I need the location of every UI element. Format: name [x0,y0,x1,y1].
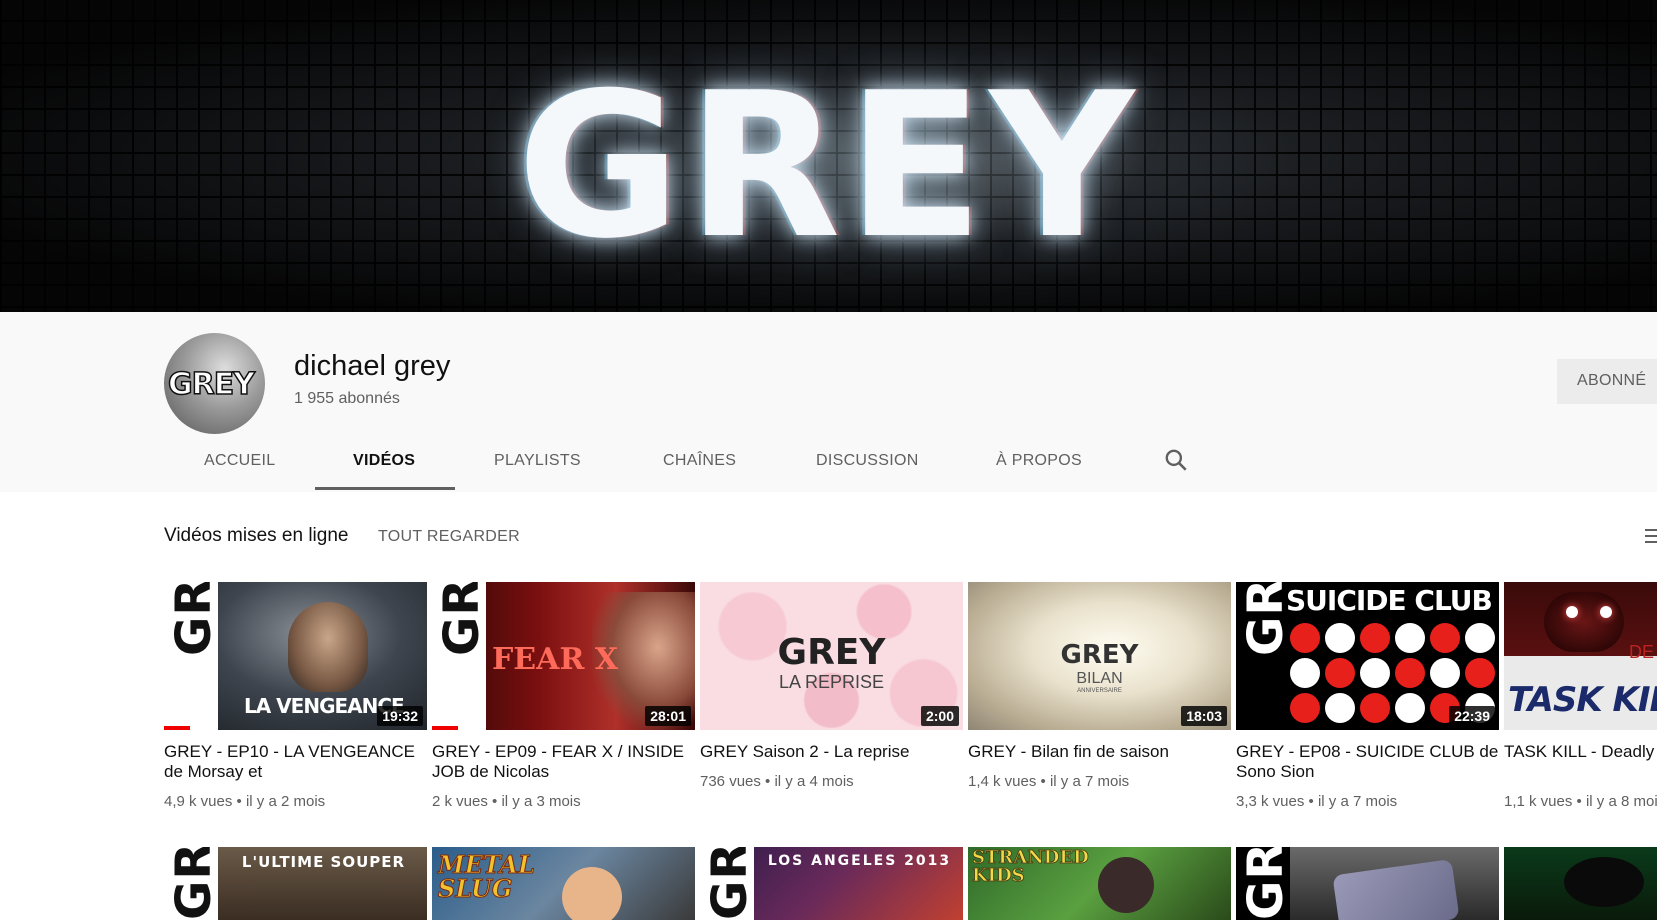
video-card[interactable]: GREY BILAN ANNIVERSAIRE 18:03 GREY - Bil… [968,582,1231,790]
channel-name: dichael grey [294,350,451,382]
thumbnail-caption: L'ULTIME SOUPER [241,853,406,871]
video-thumbnail[interactable] [1504,847,1657,920]
video-thumbnail[interactable]: GREY L'ULTIME SOUPER [164,847,427,920]
thumbnail-dot [1360,693,1390,723]
video-thumbnail[interactable]: GREY SUICIDE CLUB 22:39 [1236,582,1499,730]
thumbnail-caption: TASK KIL [1508,680,1657,720]
thumbnail-subcaption: LA REPRISE [778,672,885,692]
thumbnail-eye [1600,606,1612,618]
thumbnail-dot [1395,658,1425,688]
video-card[interactable]: GREY FEAR X 28:01 GREY - EP09 - FEAR X /… [432,582,695,810]
video-thumbnail[interactable]: GREY [1236,847,1499,920]
channel-banner: GREY [0,0,1657,312]
video-duration: 2:00 [920,706,959,726]
video-thumbnail[interactable]: DE PRE TASK KIL [1504,582,1657,730]
thumbnail-subcaption: DE PRE [1629,642,1657,662]
video-card[interactable]: DE PRE TASK KIL TASK KILL - Deadly Premo… [1504,582,1657,810]
video-meta: 1,4 k vues • il y a 7 mois [968,773,1130,790]
video-meta: 736 vues • il y a 4 mois [700,773,854,790]
video-card[interactable]: GREY LA REPRISE 2:00 GREY Saison 2 - La … [700,582,963,790]
subscriber-count: 1 955 abonnés [294,390,400,407]
thumbnail-object [1564,857,1644,907]
thumbnail-caption: LOS ANGELES 2013 [767,853,952,869]
thumbnail-dot [1430,623,1460,653]
video-duration: 28:01 [645,706,691,726]
video-title[interactable]: GREY - EP08 - SUICIDE CLUB de Sono Sion [1236,742,1499,782]
tab-discussion[interactable]: DISCUSSION [816,452,919,470]
video-meta: 4,9 k vues • il y a 2 mois [164,793,326,810]
thumbnail-caption: SUICIDE CLUB [1286,584,1493,617]
avatar-logo-text: GREY [167,366,255,403]
video-card[interactable]: GREY SUICIDE CLUB 22:39 GREY - EP08 - SU… [1236,582,1499,810]
video-thumbnail[interactable]: GREY LA REPRISE 2:00 [700,582,963,730]
video-thumbnail[interactable]: GREY FEAR X 28:01 [432,582,695,730]
tab-playlists[interactable]: PLAYLISTS [494,452,581,470]
video-title[interactable]: TASK KILL - Deadly Premonition [1504,742,1657,782]
active-tab-indicator [315,487,455,490]
grey-logo-strip: GREY [1236,582,1294,730]
thumbnail-hooded-figure [1544,592,1624,652]
video-thumbnail[interactable]: STRANDED KIDS [968,847,1231,920]
video-card[interactable]: GREY LA VENGEANCE 19:32 GREY - EP10 - LA… [164,582,427,810]
thumbnail-dot [1430,658,1460,688]
thumbnail-dot [1290,623,1320,653]
thumbnail-dot [1325,623,1355,653]
grey-logo-strip: GREY [1236,847,1294,920]
thumbnail-caption: GREY [1060,640,1139,670]
video-meta: 1,1 k vues • il y a 8 mois [1504,793,1657,810]
thumbnail-caption: STRANDED KIDS [972,847,1090,886]
watch-progress-bar [164,726,190,730]
video-title[interactable]: GREY - EP10 - LA VENGEANCE de Morsay et [164,742,427,782]
thumbnail-dot [1325,693,1355,723]
video-title[interactable]: GREY - Bilan fin de saison [968,742,1231,762]
grey-logo-strip: GREY [700,847,758,920]
thumbnail-dot [1290,658,1320,688]
video-duration: 18:03 [1181,706,1227,726]
thumbnail-dot [1360,658,1390,688]
banner-logo-text: GREY [516,50,1141,283]
thumbnail-dot [1290,693,1320,723]
thumbnail-subcaption-small: ANNIVERSAIRE [1077,688,1122,694]
thumbnail-face [288,602,368,692]
thumbnail-character [1098,857,1154,913]
thumbnail-caption: METAL SLUG [438,850,536,903]
thumbnail-dot [1465,658,1495,688]
thumbnail-caption: GREY [777,632,886,673]
video-meta: 2 k vues • il y a 3 mois [432,793,581,810]
thumbnail-dot [1360,623,1390,653]
tab-a-propos[interactable]: À PROPOS [996,452,1082,470]
grey-logo-strip: GREY [164,582,222,730]
grey-logo-strip: GREY [432,582,490,730]
youtube-channel-page: GREY GREY dichael grey 1 955 abonnés ABO… [0,0,1657,920]
video-thumbnail[interactable]: GREY BILAN ANNIVERSAIRE 18:03 [968,582,1231,730]
video-duration: 22:39 [1449,706,1495,726]
video-thumbnail[interactable]: GREY LA VENGEANCE 19:32 [164,582,427,730]
thumbnail-dot [1325,658,1355,688]
thumbnail-object [1332,858,1460,920]
video-duration: 19:32 [377,706,423,726]
tab-videos[interactable]: VIDÉOS [353,452,415,470]
video-title[interactable]: GREY - EP09 - FEAR X / INSIDE JOB de Nic… [432,742,695,782]
play-all-button[interactable]: TOUT REGARDER [378,528,520,546]
tab-accueil[interactable]: ACCUEIL [204,452,275,470]
sort-icon[interactable] [1645,528,1657,544]
video-thumbnail[interactable]: GREY LOS ANGELES 2013 [700,847,963,920]
video-meta: 3,3 k vues • il y a 7 mois [1236,793,1398,810]
video-thumbnail[interactable]: METAL SLUG [432,847,695,920]
thumbnail-eye [1566,606,1578,618]
thumbnail-dot [1465,623,1495,653]
thumbnail-caption: FEAR X [492,642,619,677]
channel-avatar[interactable]: GREY [164,333,265,434]
grey-logo-strip: GREY [164,847,222,920]
section-title: Vidéos mises en ligne [164,525,349,546]
search-icon[interactable] [1163,447,1189,473]
thumbnail-character [562,867,622,920]
thumbnail-dot [1395,623,1425,653]
thumbnail-subcaption: BILAN [1076,670,1123,687]
subscribed-button[interactable]: ABONNÉ [1557,359,1657,404]
tab-chaines[interactable]: CHAÎNES [663,452,736,470]
thumbnail-dot [1395,693,1425,723]
video-title[interactable]: GREY Saison 2 - La reprise [700,742,963,762]
watch-progress-bar [432,726,458,730]
